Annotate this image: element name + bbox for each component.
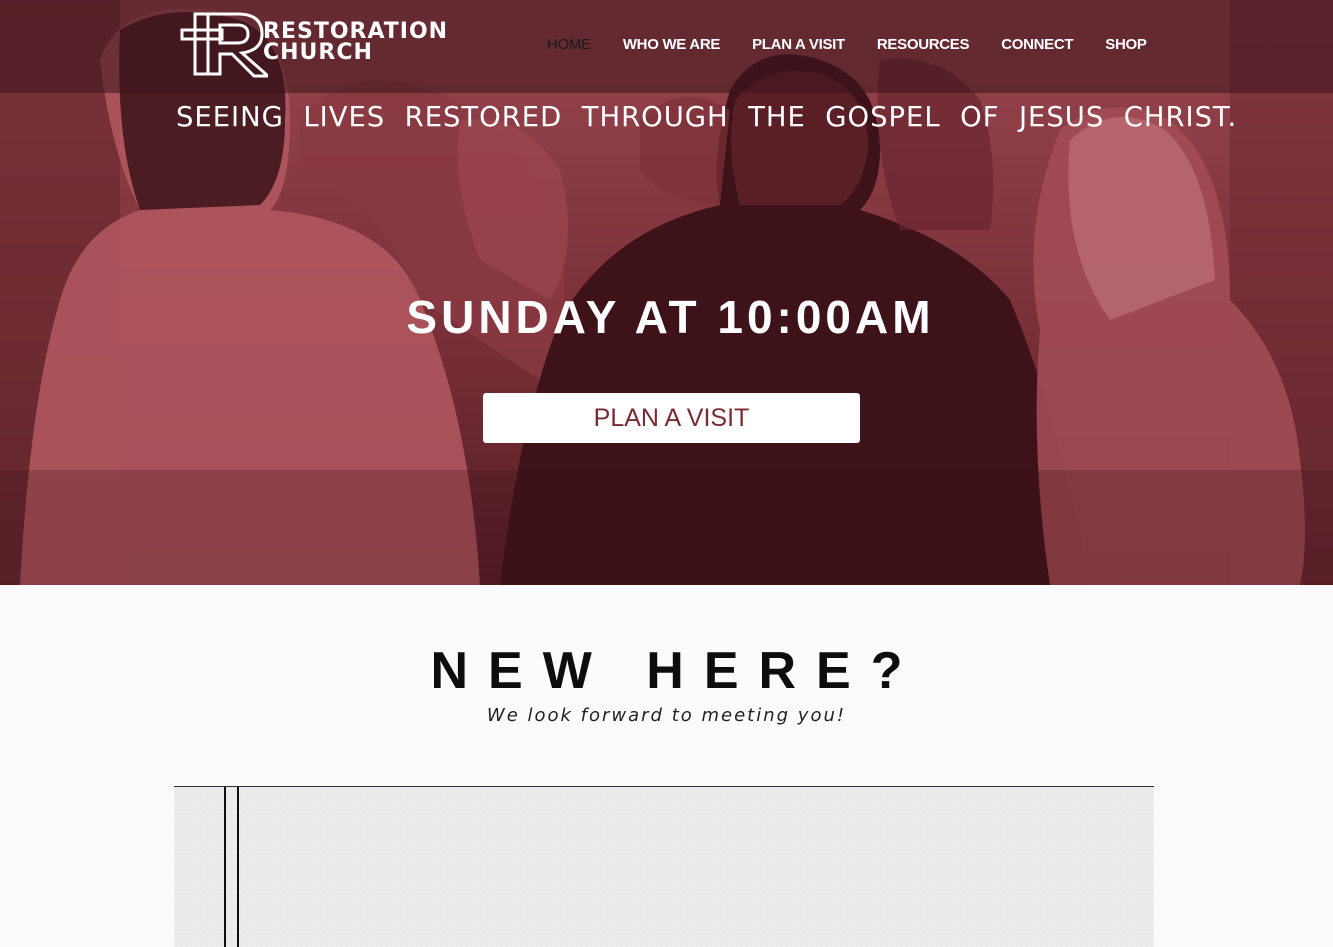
new-here-section: NEW HERE? We look forward to meeting you… [0,585,1333,947]
nav-item-plan-a-visit[interactable]: PLAN A VISIT [752,36,845,56]
plan-a-visit-button[interactable]: PLAN A VISIT [483,393,860,443]
nav-item-shop[interactable]: SHOP [1105,36,1147,56]
nav-item-connect[interactable]: CONNECT [1001,36,1073,56]
card-vertical-line [224,787,226,947]
nav-item-resources[interactable]: RESOURCES [877,36,970,56]
logo-wordmark-line2: CHURCH [263,40,373,65]
hero-tagline: SEEING LIVES RESTORED THROUGH THE GOSPEL… [176,100,1238,133]
cross-r-logo-icon [180,12,268,78]
nav-item-who-we-are[interactable]: WHO WE ARE [623,36,721,56]
service-time-heading: SUNDAY AT 10:00AM [0,290,1333,344]
new-here-heading: NEW HERE? [0,645,1333,697]
main-nav: HOME WHO WE ARE PLAN A VISIT RESOURCES C… [530,36,1170,56]
paper-texture [174,787,1154,947]
info-card [174,786,1154,947]
nav-item-home[interactable]: HOME [547,36,591,56]
card-vertical-line [237,787,239,947]
service-time-text: SUNDAY AT 10:00AM [406,291,935,343]
hero-section: RESTORATION CHURCH HOME WHO WE ARE PLAN … [0,0,1333,585]
new-here-subtitle: We look forward to meeting you! [486,705,847,726]
church-logo[interactable]: RESTORATION CHURCH [180,12,450,78]
new-here-heading-text: NEW HERE? [430,642,923,700]
